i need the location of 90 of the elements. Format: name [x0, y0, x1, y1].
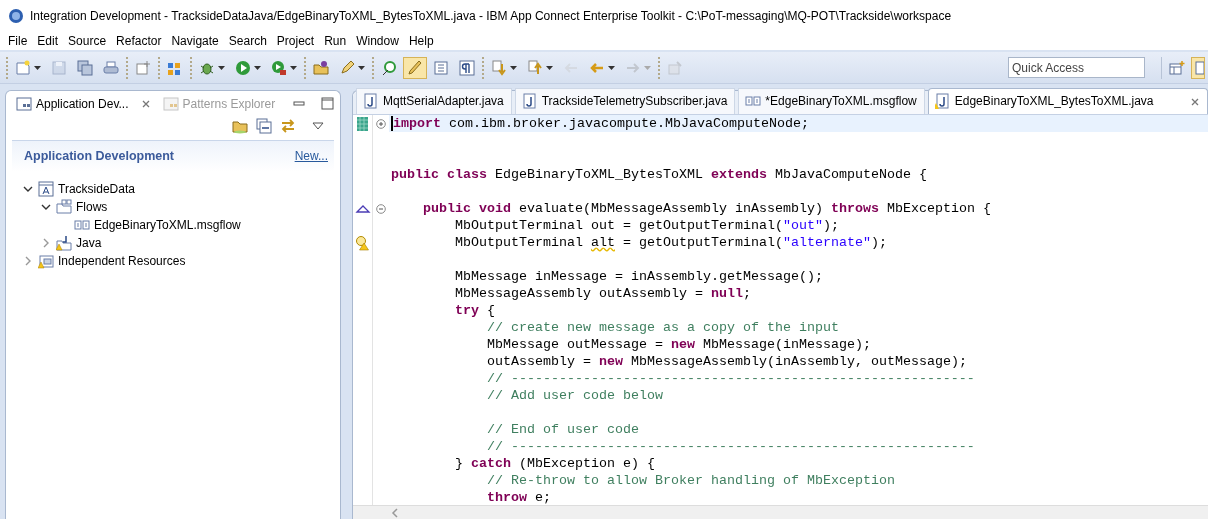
view-menu-icon[interactable] [312, 122, 324, 130]
view-icon [162, 95, 179, 112]
close-icon[interactable] [1190, 96, 1200, 107]
run-tool-icon [271, 59, 287, 76]
menu-item[interactable]: File [3, 31, 33, 50]
code-line: // create new message as a copy of the input [485, 319, 840, 336]
tree-item[interactable]: Java [76, 233, 102, 252]
pilcrow-icon [459, 59, 475, 76]
code-line: try { [454, 302, 496, 319]
up-arrow-icon [527, 59, 543, 76]
code-line: throw e; [485, 489, 552, 506]
java-file-icon [521, 93, 538, 109]
perspective-icon [1169, 59, 1185, 76]
window-title: Integration Development - TracksideDataJava/EdgeBinaryToXML_BytesToXML.java - IBM App Connect Enterprise Toolkit - C:\PoT-messaging\MQ-POT\Trackside\workspace [30, 7, 952, 25]
tree-item[interactable]: Independent Resources [58, 251, 186, 270]
code-line: // ---------------------------------------------------------- [485, 438, 976, 455]
window-icon [1195, 59, 1204, 76]
link-arrows-icon[interactable] [280, 118, 296, 134]
caret-icon [254, 65, 261, 70]
java-file-icon [363, 93, 379, 109]
maximize-icon[interactable] [321, 97, 334, 110]
menu-item[interactable]: Navigate [166, 31, 224, 50]
tree-item[interactable]: EdgeBinaryToXML.msgflow [94, 215, 241, 234]
code-line: } catch (MbException e) { [454, 455, 656, 472]
caret-icon [510, 65, 517, 70]
save-all-icon [77, 59, 93, 76]
app-icon [8, 7, 24, 24]
new-window-icon [135, 59, 151, 76]
editor-tab[interactable]: *EdgeBinaryToXML.msgflow [738, 88, 925, 114]
save-icon [51, 59, 67, 76]
editor-tab[interactable]: EdgeBinaryToXML_BytesToXML.java [927, 88, 1208, 114]
expand-icon[interactable] [376, 118, 386, 129]
editor-tab[interactable]: TracksideTelemetrySubscriber.java [514, 88, 736, 114]
close-icon[interactable] [140, 99, 151, 110]
code-line: // End of user code [485, 421, 640, 438]
code-line: // Re-throw to allow Broker handling of MbException [485, 472, 896, 489]
caret-icon [608, 65, 615, 70]
menu-item[interactable]: Help [403, 31, 439, 50]
folder-icon[interactable] [232, 118, 248, 134]
pin-icon [667, 59, 683, 76]
menu-item[interactable]: Window [351, 31, 404, 50]
code-line: public class EdgeBinaryToXML_BytesToXML extends MbJavaComputeNode { [390, 166, 928, 183]
java-folder-icon [56, 234, 72, 251]
menu-item[interactable]: Source [63, 31, 112, 50]
open-folder-icon [313, 59, 329, 76]
folder-icon [56, 198, 72, 215]
menu-item[interactable]: Run [319, 31, 352, 50]
perspective-button[interactable] [1191, 56, 1205, 79]
menu-item[interactable]: Search [223, 31, 272, 50]
section-title: Application Development [24, 148, 175, 165]
resources-icon [38, 252, 54, 269]
tree-item[interactable]: Flows [76, 197, 108, 216]
caret-icon [358, 65, 365, 70]
java-file-icon [934, 93, 951, 109]
block-icon [433, 59, 449, 76]
tree-item[interactable]: TracksideData [58, 179, 135, 198]
code-line: // Add user code below [485, 387, 664, 404]
code-line: outAssembly = new MbMessageAssembly(inAssembly, outMessage); [485, 353, 968, 370]
caret-icon [644, 65, 651, 70]
pencil-icon [339, 59, 355, 76]
collapse-icon[interactable] [376, 203, 386, 214]
minimize-icon[interactable] [293, 100, 305, 107]
menu-item[interactable]: Refactor [111, 31, 167, 50]
code-line: MbMessageAssembly outAssembly = null; [454, 285, 752, 302]
application-icon [38, 180, 54, 197]
new-link[interactable]: New... [294, 147, 328, 166]
run-icon [235, 59, 251, 76]
new-file-icon [15, 59, 31, 76]
menu-item[interactable]: Project [271, 31, 320, 50]
code-line: MbOutputTerminal alt = getOutputTerminal("alternate"); [454, 234, 888, 251]
code-line: // ---------------------------------------------------------- [485, 370, 976, 387]
down-arrow-icon [491, 59, 507, 76]
code-line: MbMessage outMessage = new MbMessage(inMessage); [485, 336, 872, 353]
caret-icon [34, 65, 41, 70]
caret-icon [290, 65, 297, 70]
flow-icon [745, 93, 762, 109]
editor-tab[interactable]: MqttSerialAdapter.java [356, 88, 512, 114]
caret-icon [218, 65, 225, 70]
code-line: MbMessage inMessage = inAssembly.getMessage(); [454, 268, 824, 285]
view-icon [16, 95, 32, 112]
scroll-left-icon[interactable] [391, 507, 399, 518]
quick-access-field[interactable]: Quick Access [1008, 57, 1145, 78]
view-tab[interactable]: Application Dev... [12, 91, 155, 116]
print-icon [103, 59, 119, 76]
code-line: MbOutputTerminal out = getOutputTerminal("out"); [454, 217, 840, 234]
code-line: public void evaluate(MbMessageAssembly inAssembly) throws MbException { [422, 200, 992, 217]
collapse-all-icon[interactable] [256, 118, 272, 134]
caret-icon [546, 65, 553, 70]
menu-item[interactable]: Edit [32, 31, 64, 50]
toolbar-button[interactable] [403, 56, 427, 79]
